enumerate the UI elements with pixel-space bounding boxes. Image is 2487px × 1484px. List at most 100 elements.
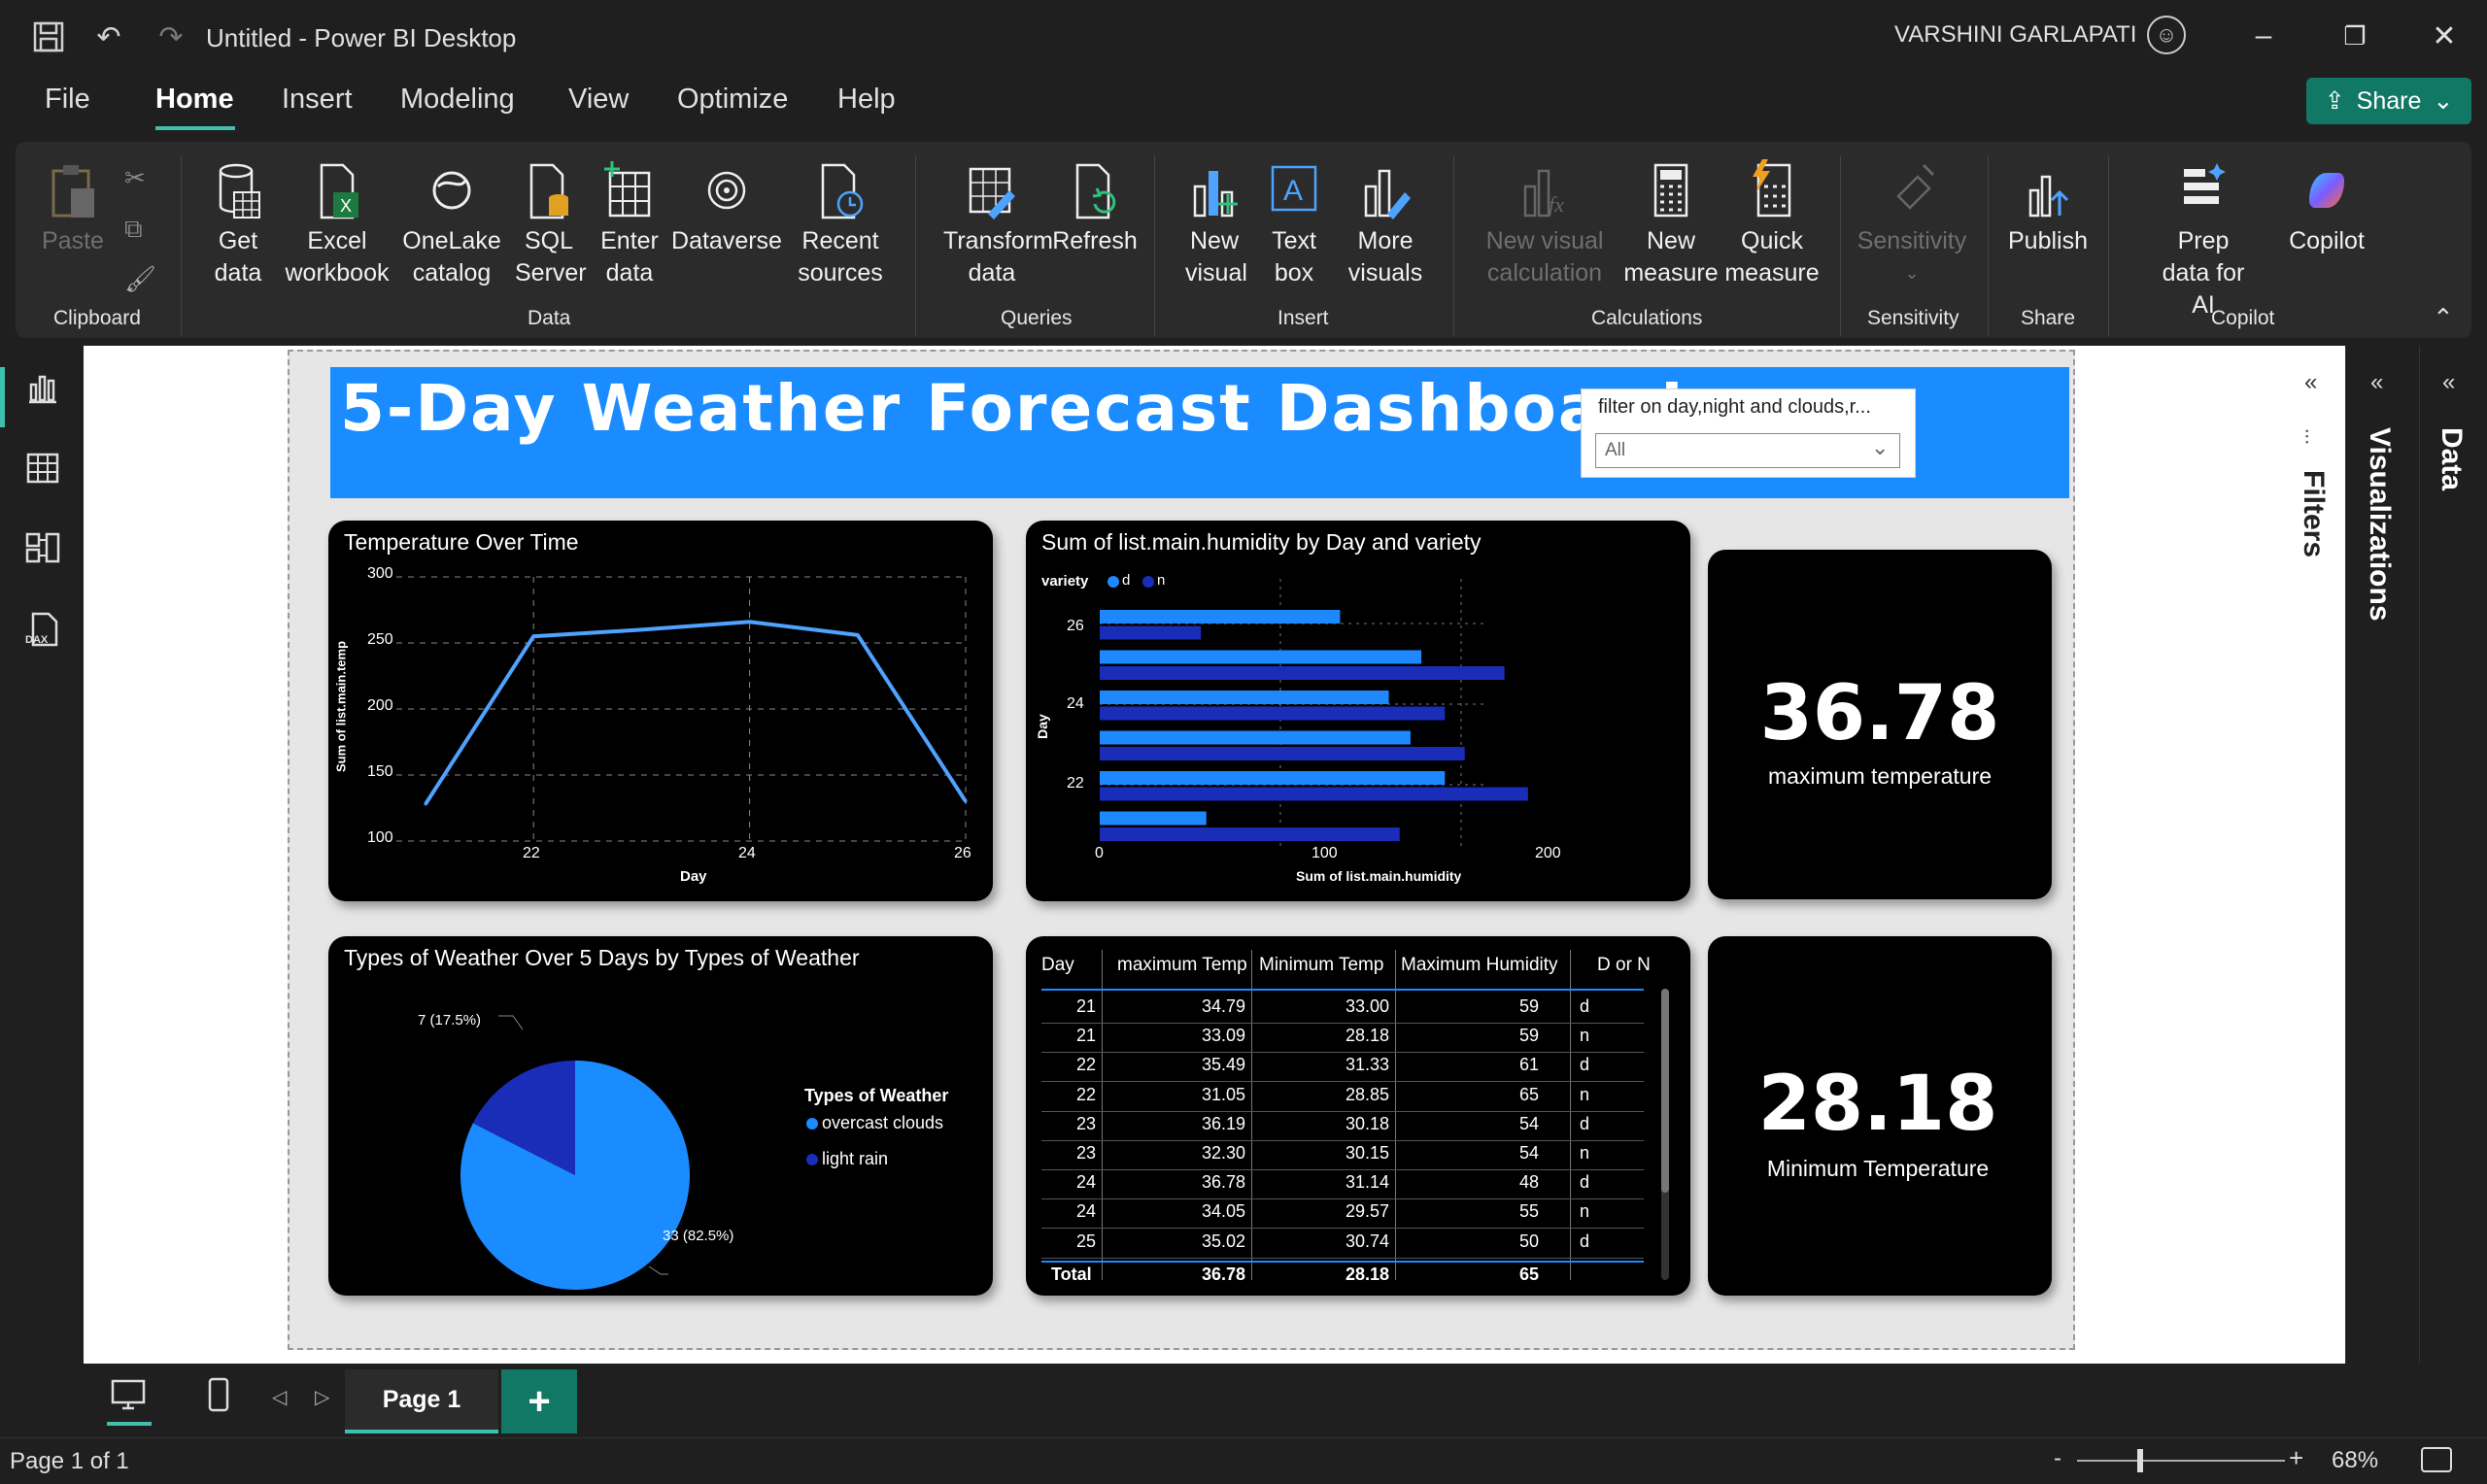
page-tab[interactable]: Page 1	[345, 1369, 498, 1433]
chevron-left-icon[interactable]: «	[2370, 369, 2383, 396]
line-chart	[396, 576, 968, 842]
menu-file[interactable]: File	[45, 84, 90, 116]
refresh-button[interactable]: Refresh	[1049, 157, 1141, 257]
x-tick: 24	[738, 845, 756, 861]
quick-measure-button[interactable]: Quick measure	[1721, 157, 1823, 289]
copy-icon[interactable]: ⧉	[124, 214, 143, 245]
table-total-label: Total	[1051, 1264, 1092, 1284]
slicer-value: All	[1605, 440, 1626, 460]
menu-insert[interactable]: Insert	[282, 84, 353, 116]
table-cell: 30.18	[1345, 1113, 1389, 1133]
format-painter-icon[interactable]: 🖌	[124, 264, 156, 294]
menu-home[interactable]: Home	[155, 84, 234, 116]
share-label: Share	[2356, 86, 2422, 115]
user-name[interactable]: VARSHINI GARLAPATI	[1894, 21, 2136, 49]
filters-label: Filters	[2298, 470, 2330, 558]
prev-page-icon[interactable]: ◁	[272, 1385, 287, 1409]
mobile-layout-icon[interactable]	[204, 1375, 233, 1414]
prep-data-for-ai-button[interactable]: Prep data for AI	[2126, 157, 2281, 321]
row-rule	[1041, 1169, 1644, 1170]
table-cell: 35.49	[1201, 1055, 1245, 1075]
zoom-in-icon[interactable]: +	[2289, 1443, 2303, 1473]
data-point	[424, 802, 427, 806]
legend-label-overcast: overcast clouds	[822, 1113, 944, 1132]
table-cell: d	[1580, 1172, 1590, 1193]
visualizations-label: Visualizations	[2364, 427, 2396, 622]
table-cell: n	[1580, 1201, 1590, 1222]
zoom-slider-thumb[interactable]	[2137, 1449, 2143, 1472]
avatar-icon[interactable]: ☺	[2147, 16, 2186, 54]
recent-sources-icon	[821, 163, 864, 219]
zoom-out-icon[interactable]: -	[2054, 1445, 2061, 1472]
table-scroll-thumb[interactable]	[1661, 989, 1669, 1193]
table-cell: 23	[1075, 1143, 1096, 1163]
menu-modeling[interactable]: Modeling	[400, 84, 515, 116]
table-cell: 54	[1518, 1143, 1539, 1163]
save-icon[interactable]	[29, 17, 68, 56]
y-tick: 300	[367, 565, 393, 582]
cut-icon[interactable]: ✂	[124, 163, 146, 193]
next-page-icon[interactable]: ▷	[315, 1385, 329, 1409]
transform-data-button[interactable]: Transform data	[935, 157, 1053, 289]
table-cell: 50	[1518, 1231, 1539, 1251]
copilot-button[interactable]: Copilot	[2273, 157, 2380, 257]
table-cell: 21	[1075, 996, 1096, 1016]
restore-icon[interactable]: ❐	[2326, 12, 2384, 60]
slicer-dropdown[interactable]	[1595, 433, 1900, 468]
desktop-layout-icon[interactable]	[109, 1375, 148, 1414]
zoom-slider[interactable]	[2077, 1460, 2285, 1462]
onelake-catalog-button[interactable]: OneLake catalog	[398, 157, 505, 289]
collapse-ribbon-icon[interactable]: ⌃	[2433, 303, 2454, 333]
menu-help[interactable]: Help	[837, 84, 896, 116]
share-button[interactable]: ⇪ Share ⌄	[2306, 78, 2471, 124]
new-measure-button[interactable]: New measure	[1620, 157, 1721, 289]
table-total-cell: 28.18	[1345, 1264, 1389, 1284]
more-visuals-icon	[1364, 169, 1411, 219]
x-axis-label: Sum of list.main.humidity	[1296, 868, 1462, 884]
close-icon[interactable]: ✕	[2415, 12, 2473, 60]
report-view-icon[interactable]	[23, 369, 62, 408]
dax-query-view-icon[interactable]: DAX	[23, 610, 62, 649]
sql-server-icon	[529, 163, 568, 219]
model-view-icon[interactable]	[23, 528, 62, 567]
table-view-icon[interactable]	[23, 449, 62, 488]
table-cell: 28.85	[1345, 1084, 1389, 1104]
table-cell: 48	[1518, 1172, 1539, 1193]
get-data-button[interactable]: Get data	[199, 157, 277, 289]
excel-workbook-button[interactable]: X Excel workbook	[280, 157, 394, 289]
chevron-left-icon[interactable]: «	[2442, 369, 2455, 396]
menu-optimize[interactable]: Optimize	[677, 84, 788, 116]
sql-server-button[interactable]: SQL Server	[510, 157, 588, 289]
recent-sources-button[interactable]: Recent sources	[787, 157, 894, 289]
svg-text:fx: fx	[1549, 192, 1564, 217]
fit-to-page-icon[interactable]	[2421, 1447, 2452, 1472]
chevron-down-icon[interactable]: ⌄	[1871, 435, 1889, 460]
data-pane[interactable]	[2419, 346, 2487, 1364]
minimize-icon[interactable]: –	[2234, 12, 2293, 60]
undo-icon[interactable]: ↶	[89, 17, 128, 56]
leader-line	[498, 1015, 524, 1030]
publish-button[interactable]: Publish	[2001, 157, 2095, 257]
table-total-cell: 65	[1518, 1264, 1539, 1284]
text-box-button[interactable]: A Text box	[1255, 157, 1333, 289]
window-title: Untitled - Power BI Desktop	[206, 23, 517, 52]
more-visuals-button[interactable]: More visuals	[1335, 157, 1436, 289]
new-visual-calculation-button[interactable]: fx New visual calculation	[1467, 157, 1622, 289]
data-point	[748, 620, 752, 624]
redo-icon[interactable]: ↷	[152, 17, 190, 56]
paste-button[interactable]: Paste	[39, 157, 107, 257]
pie-label-overcast: 33 (82.5%)	[663, 1228, 734, 1244]
dataverse-button[interactable]: Dataverse	[670, 157, 783, 257]
add-page-button[interactable]: +	[501, 1369, 577, 1433]
chevron-left-icon[interactable]: «	[2304, 369, 2317, 396]
table-cell: 31.14	[1345, 1172, 1389, 1193]
line-series	[424, 620, 968, 806]
new-visual-button[interactable]: New visual	[1175, 157, 1253, 289]
database-icon	[219, 163, 260, 219]
enter-data-button[interactable]: Enter data	[591, 157, 668, 289]
table-cell: 65	[1518, 1084, 1539, 1104]
menu-view[interactable]: View	[568, 84, 629, 116]
quick-measure-icon	[1753, 159, 1791, 218]
group-copilot: Copilot	[2211, 307, 2275, 329]
sensitivity-button[interactable]: Sensitivity ⌄	[1854, 157, 1970, 289]
